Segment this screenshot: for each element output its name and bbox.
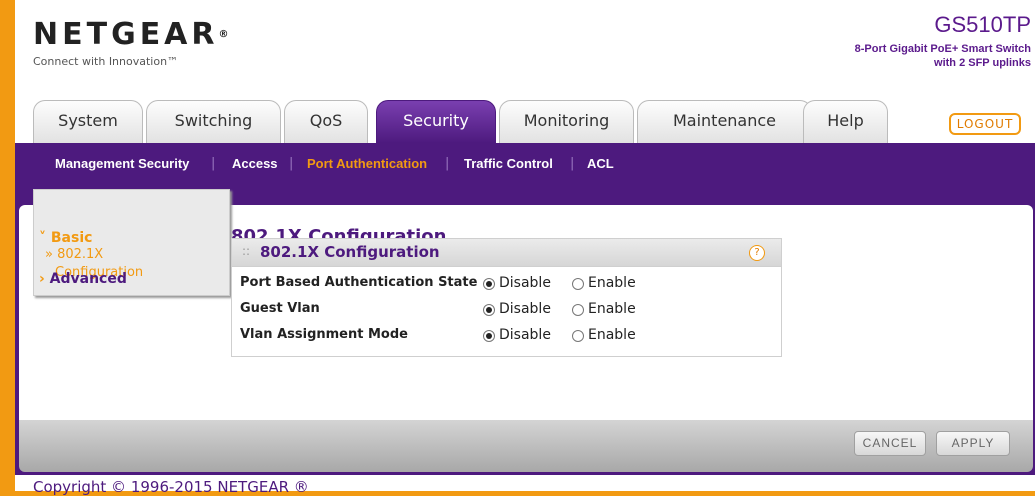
model-name: GS510TP: [934, 12, 1031, 37]
subnav-management-security[interactable]: Management Security: [55, 156, 189, 171]
app-frame: NETGEAR® Connect with Innovation™ GS510T…: [15, 0, 1035, 496]
radio-disable[interactable]: [483, 330, 495, 342]
radio-label-disable: Disable: [499, 275, 551, 291]
row-label-vlan-assignment-mode: Vlan Assignment Mode: [240, 327, 408, 342]
netgear-logo: NETGEAR®: [33, 17, 229, 52]
radio-disable[interactable]: [483, 304, 495, 316]
sidebar-item-advanced[interactable]: › Advanced: [39, 271, 127, 287]
apply-button[interactable]: APPLY: [936, 431, 1010, 456]
subnav-port-authentication[interactable]: Port Authentication: [307, 156, 427, 171]
config-panel: :: 802.1X Configuration ? Port Based Aut…: [231, 238, 782, 357]
radio-label-enable: Enable: [588, 275, 636, 291]
row-label-guest-vlan: Guest Vlan: [240, 301, 320, 316]
tab-maintenance[interactable]: Maintenance: [637, 100, 812, 143]
radio-enable[interactable]: [572, 304, 584, 316]
sub-navigation: Management Security | Access | Port Auth…: [15, 143, 1035, 185]
tab-system[interactable]: System: [33, 100, 143, 143]
header: NETGEAR® Connect with Innovation™ GS510T…: [15, 0, 1035, 101]
subnav-acl[interactable]: ACL: [587, 156, 614, 171]
model-description: 8-Port Gigabit PoE+ Smart Switch with 2 …: [854, 43, 1031, 69]
drag-handle-icon: ::: [242, 244, 251, 258]
tagline: Connect with Innovation™: [33, 55, 179, 68]
tab-qos[interactable]: QoS: [284, 100, 368, 143]
radio-enable[interactable]: [572, 278, 584, 290]
radio-enable[interactable]: [572, 330, 584, 342]
radio-label-enable: Enable: [588, 327, 636, 343]
chevron-down-icon: ˅: [39, 230, 46, 246]
panel-header: :: 802.1X Configuration ?: [232, 239, 781, 267]
sidebar-item-basic[interactable]: ˅ Basic: [39, 230, 92, 246]
tab-help[interactable]: Help: [803, 100, 888, 143]
radio-label-disable: Disable: [499, 301, 551, 317]
radio-disable[interactable]: [483, 278, 495, 290]
radio-label-disable: Disable: [499, 327, 551, 343]
subnav-access[interactable]: Access: [232, 156, 278, 171]
tab-monitoring[interactable]: Monitoring: [499, 100, 634, 143]
subnav-traffic-control[interactable]: Traffic Control: [464, 156, 553, 171]
subnav-separator: |: [445, 156, 450, 171]
tab-switching[interactable]: Switching: [146, 100, 281, 143]
row-label-port-based-authentication-state: Port Based Authentication State: [240, 275, 478, 290]
tab-security[interactable]: Security: [376, 100, 496, 143]
subnav-separator: |: [211, 156, 216, 171]
panel-title: 802.1X Configuration: [260, 243, 440, 261]
chevron-right-icon: ›: [39, 271, 45, 287]
logout-button[interactable]: LOGOUT: [949, 113, 1021, 135]
subnav-separator: |: [570, 156, 575, 171]
help-icon[interactable]: ?: [749, 245, 765, 261]
subnav-separator: |: [289, 156, 294, 171]
cancel-button[interactable]: CANCEL: [854, 431, 926, 456]
copyright: Copyright © 1996-2015 NETGEAR ®: [33, 478, 309, 496]
radio-label-enable: Enable: [588, 301, 636, 317]
